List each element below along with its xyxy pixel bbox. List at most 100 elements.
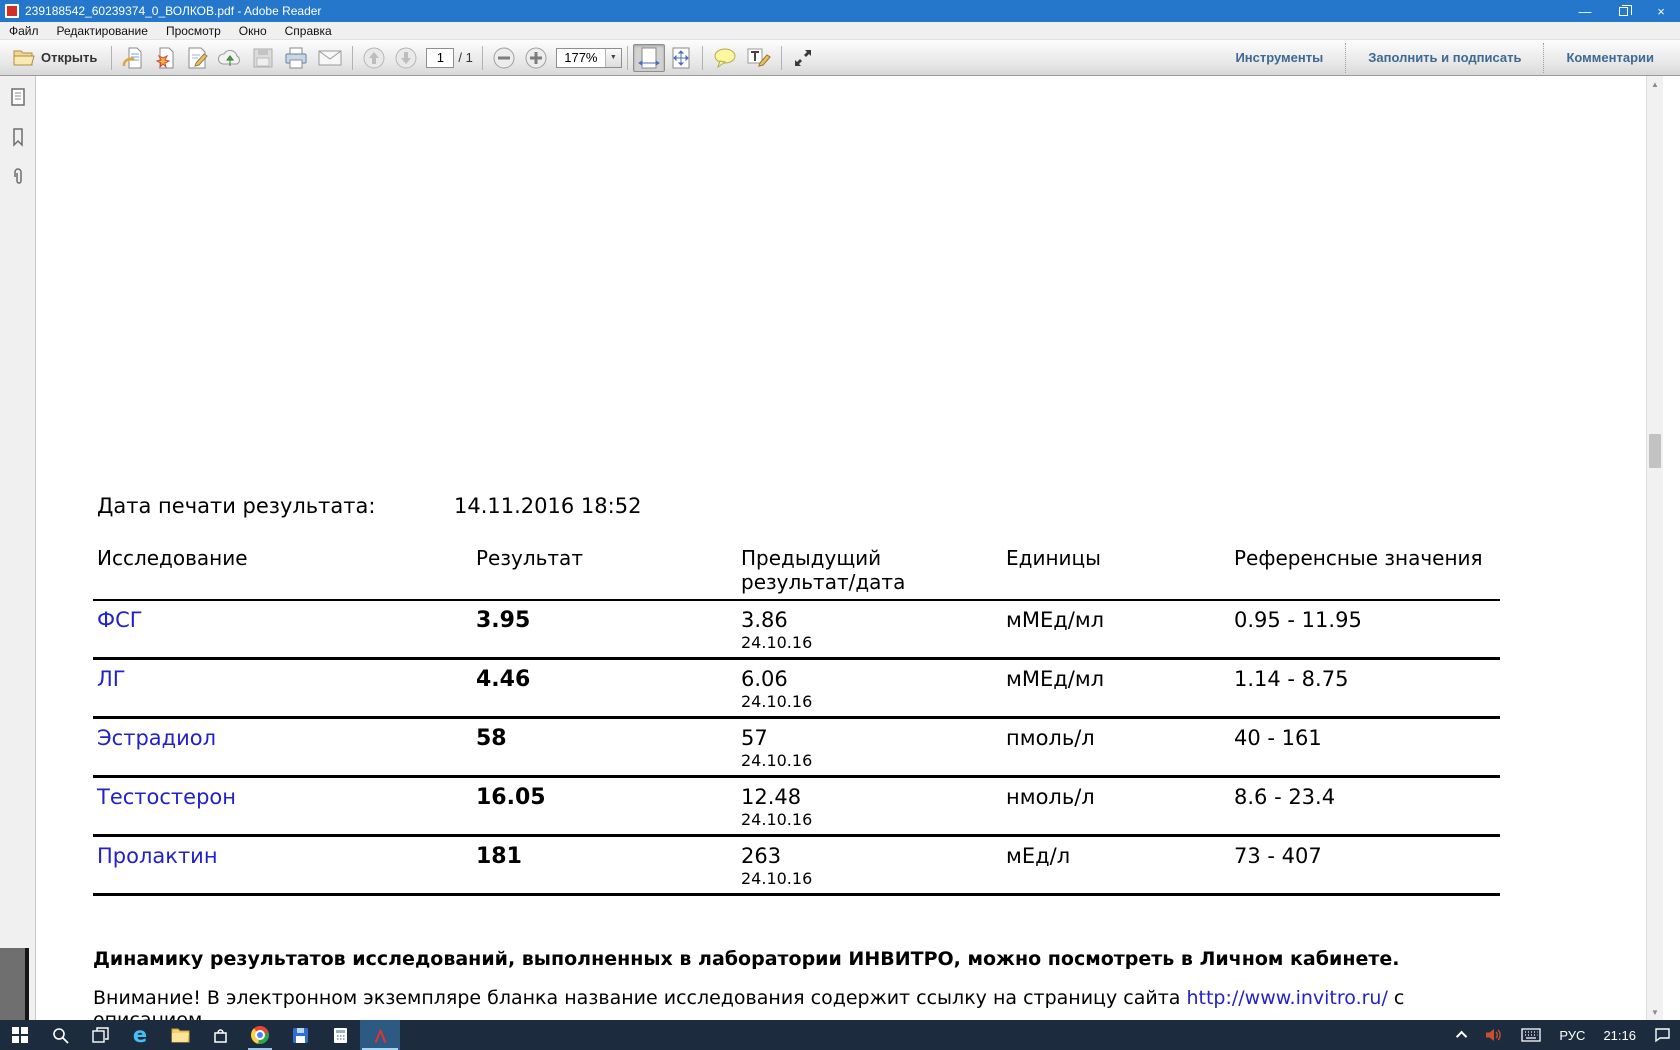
header-previous-line2: результат/дата [741, 570, 1006, 594]
header-previous: Предыдущий результат/дата [741, 546, 1006, 594]
previous-value: 12.48 [741, 785, 1006, 809]
page-thumbnails-button[interactable] [5, 84, 31, 110]
cloud-upload-button[interactable] [213, 44, 247, 72]
store-bag-icon [212, 1027, 229, 1044]
file-explorer-button[interactable] [160, 1020, 200, 1050]
previous-value: 6.06 [741, 667, 1006, 691]
header-previous-line1: Предыдущий [741, 546, 1006, 570]
test-link[interactable]: Эстрадиол [97, 726, 216, 750]
document-background-corner [0, 948, 29, 1020]
tools-panel-button[interactable]: Инструменты [1213, 40, 1345, 76]
vertical-scrollbar[interactable]: ▲ ▼ [1646, 76, 1663, 1020]
document-view: Дата печати результата: 14.11.2016 18:52… [37, 76, 1663, 1020]
highlight-text-button[interactable] [742, 44, 776, 72]
edge-button[interactable]: e [120, 1020, 160, 1050]
taskbar: e РУС 21:16 [0, 1020, 1680, 1050]
header-reference: Референсные значения [1234, 546, 1500, 594]
create-pdf-button[interactable] [149, 44, 181, 72]
start-button[interactable] [0, 1020, 40, 1050]
window-controls: — × [1566, 0, 1680, 22]
chrome-button[interactable] [240, 1020, 280, 1050]
units-value: пмоль/л [1006, 726, 1095, 750]
keyboard-icon [1521, 1028, 1541, 1042]
print-button[interactable] [279, 44, 313, 72]
desktop-screen: 239188542_60239374_0_ВОЛКОВ.pdf - Adobe … [0, 0, 1680, 1050]
page-number-input[interactable]: 1 [426, 48, 454, 68]
scrollbar-thumb[interactable] [1649, 434, 1661, 468]
zoom-level-control[interactable]: 177% ▼ [556, 48, 622, 68]
previous-page-button[interactable] [358, 44, 390, 72]
search-icon [52, 1027, 69, 1044]
units-value: мМЕд/мл [1006, 667, 1104, 691]
result-value: 3.95 [476, 608, 530, 633]
menu-bar: Файл Редактирование Просмотр Окно Справк… [0, 22, 1680, 40]
test-link[interactable]: Тестостерон [97, 785, 236, 809]
floppy-app-button[interactable] [280, 1020, 320, 1050]
reference-range: 0.95 - 11.95 [1234, 608, 1362, 632]
menu-help[interactable]: Справка [276, 22, 341, 40]
document-star-icon [153, 46, 177, 70]
email-button[interactable] [313, 44, 347, 72]
action-center-icon [1654, 1027, 1671, 1043]
test-link[interactable]: ФСГ [97, 608, 143, 632]
add-comment-button[interactable] [708, 44, 742, 72]
task-view-button[interactable] [80, 1020, 120, 1050]
reference-range: 8.6 - 23.4 [1234, 785, 1335, 809]
menu-view[interactable]: Просмотр [157, 22, 230, 40]
previous-date: 24.10.16 [741, 810, 1006, 829]
navigation-pane-strip [0, 76, 36, 1020]
minimize-button[interactable]: — [1566, 0, 1604, 22]
previous-date: 24.10.16 [741, 869, 1006, 888]
calculator-button[interactable] [320, 1020, 360, 1050]
table-row: Тестостерон 16.05 12.4824.10.16 нмоль/л … [93, 778, 1500, 837]
bookmarks-button[interactable] [5, 124, 31, 150]
volume-button[interactable] [1476, 1020, 1512, 1050]
header-result: Результат [476, 546, 741, 594]
envelope-icon [317, 47, 343, 69]
save-button[interactable] [247, 44, 279, 72]
test-link[interactable]: ЛГ [97, 667, 126, 691]
arrow-up-circle-icon [362, 46, 386, 70]
restore-button[interactable] [1604, 0, 1642, 22]
fit-width-button[interactable] [633, 44, 665, 72]
send-file-button[interactable] [117, 44, 149, 72]
open-button[interactable]: Открыть [4, 44, 106, 72]
attachments-button[interactable] [5, 164, 31, 190]
speaker-icon [1485, 1027, 1503, 1043]
windows-logo-icon [12, 1027, 28, 1043]
sign-document-button[interactable] [181, 44, 213, 72]
touch-keyboard-button[interactable] [1512, 1020, 1550, 1050]
menu-file[interactable]: Файл [0, 22, 48, 40]
fullscreen-button[interactable] [787, 44, 819, 72]
clock[interactable]: 21:16 [1594, 1020, 1645, 1050]
reference-range: 73 - 407 [1234, 844, 1322, 868]
invitro-link[interactable]: http://www.invitro.ru/ [1186, 987, 1387, 1009]
cloud-upload-icon [217, 46, 243, 70]
chevron-up-icon [1456, 1031, 1467, 1042]
dynamics-note: Динамику результатов исследований, выпол… [93, 948, 1500, 970]
fill-sign-panel-button[interactable]: Заполнить и подписать [1346, 40, 1543, 76]
store-button[interactable] [200, 1020, 240, 1050]
fit-page-button[interactable] [665, 44, 697, 72]
zoom-in-button[interactable] [520, 44, 552, 72]
menu-window[interactable]: Окно [230, 22, 276, 40]
adobe-reader-taskbar-button[interactable] [360, 1020, 400, 1050]
result-value: 181 [476, 844, 522, 869]
action-center-button[interactable] [1645, 1020, 1680, 1050]
zoom-dropdown-arrow[interactable]: ▼ [605, 49, 621, 67]
scroll-down-arrow[interactable]: ▼ [1647, 1004, 1663, 1020]
zoom-out-button[interactable] [488, 44, 520, 72]
task-view-icon [92, 1027, 109, 1044]
test-link[interactable]: Пролактин [97, 844, 218, 868]
comment-panel-button[interactable]: Комментарии [1544, 40, 1676, 76]
taskbar-search-button[interactable] [40, 1020, 80, 1050]
language-indicator[interactable]: РУС [1550, 1020, 1594, 1050]
tray-chevron-button[interactable] [1450, 1020, 1476, 1050]
menu-edit[interactable]: Редактирование [48, 22, 157, 40]
table-header-row: Исследование Результат Предыдущий резуль… [93, 546, 1500, 601]
next-page-button[interactable] [390, 44, 422, 72]
close-button[interactable]: × [1642, 0, 1680, 22]
result-value: 16.05 [476, 785, 546, 810]
previous-date: 24.10.16 [741, 633, 1006, 652]
scroll-up-arrow[interactable]: ▲ [1647, 76, 1663, 92]
